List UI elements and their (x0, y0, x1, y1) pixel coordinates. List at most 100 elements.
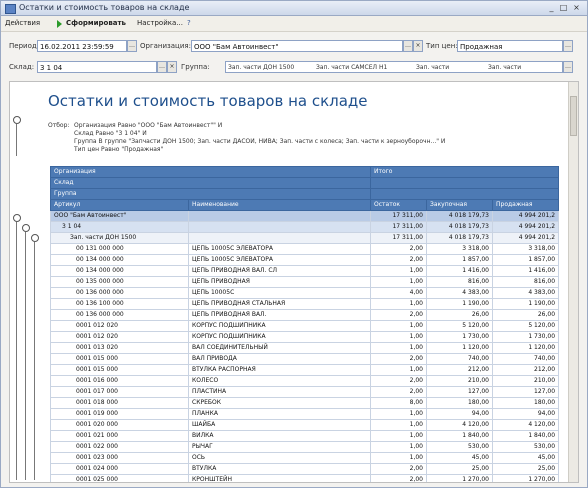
cell-name: ВАЛ СОЕДИНИТЕЛЬНЫЙ (188, 342, 371, 354)
toolbar: Действия Сформировать Настройка... ? (1, 16, 587, 32)
cell-balance: 1,00 (370, 452, 427, 464)
cell-purchase: 45,00 (426, 452, 493, 464)
warehouse-clear-icon[interactable]: × (167, 61, 177, 73)
group-collapse-icon[interactable] (13, 214, 21, 222)
cell-sale: 4 994 201,2 (491, 210, 560, 222)
cell-sale: 212,00 (491, 364, 560, 376)
filter-line: Группа В группе "Запчасти ДОН 1500; Зап.… (74, 138, 446, 145)
price-type-field[interactable]: Продажная (457, 40, 563, 52)
cell-sale: 45,00 (491, 452, 560, 464)
cell-article: 00 136 000 000 (50, 309, 189, 321)
group-field[interactable]: Зап. части ДОН 1500 Зап. части САМСЕЛ Н1… (225, 61, 563, 73)
cell-article: 00 135 000 000 (50, 276, 189, 288)
org-clear-icon[interactable]: × (413, 40, 423, 52)
cell-sale: 1 840,00 (491, 430, 560, 442)
table-row[interactable]: 00 134 000 000 ЦЕПЬ ПРИВОДНАЯ ВАЛ. СЛ 1,00… (50, 265, 560, 277)
cell-balance: 1,00 (370, 331, 427, 343)
period-picker-icon[interactable]: … (127, 40, 137, 52)
cell-article: 00 134 000 000 (50, 265, 189, 277)
period-field[interactable]: 16.02.2011 23:59:59 (37, 40, 127, 52)
cell-name: КРОНШТЕЙН (188, 474, 371, 482)
table-row[interactable]: Зап. части ДОН 1500 17 311,00 4 018 179,73… (50, 232, 560, 244)
cell-balance: 1,00 (370, 298, 427, 310)
close-icon[interactable]: × (572, 3, 581, 12)
cell-balance: 17 311,00 (370, 221, 427, 233)
vertical-scrollbar[interactable] (568, 82, 578, 482)
help-icon[interactable]: ? (187, 18, 191, 29)
minimize-icon[interactable]: _ (547, 3, 556, 12)
actions-menu[interactable]: Действия (5, 18, 40, 29)
table-row[interactable]: 0001 015 000 ВАЛ ПРИВОДА 2,00 740,00 740,00 (50, 353, 560, 365)
table-row[interactable]: 0001 013 020 ВАЛ СОЕДИНИТЕЛЬНЫЙ 1,00 1 120,… (50, 342, 560, 354)
cell-balance: 4,00 (370, 287, 427, 299)
cell-article: 0001 015 000 (50, 353, 189, 365)
org-select-icon[interactable]: … (403, 40, 413, 52)
group-line (34, 242, 35, 480)
cell-purchase: 127,00 (426, 386, 493, 398)
table-row[interactable]: 0001 018 000 СКРЕБОК 8,00 180,00 180,00 (50, 397, 560, 409)
cell-purchase: 530,00 (426, 441, 493, 453)
cell-purchase: 5 120,00 (426, 320, 493, 332)
table-row[interactable]: 00 136 100 000 ЦЕПЬ ПРИВОДНАЯ СТАЛЬНАЯ 1,0… (50, 298, 560, 310)
group-chip: Зап. части САМСЕЛ Н1 (316, 64, 388, 71)
table-row[interactable]: 0001 019 000 ПЛАНКА 1,00 94,00 94,00 (50, 408, 560, 420)
table-row[interactable]: 0001 023 000 ОСЬ 1,00 45,00 45,00 (50, 452, 560, 464)
cell-balance: 1,00 (370, 441, 427, 453)
group-collapse-icon[interactable] (13, 116, 21, 124)
cell-article: 0001 019 000 (50, 408, 189, 420)
cell-purchase: 4 018 179,73 (426, 221, 493, 233)
generate-button[interactable]: Сформировать (66, 18, 126, 29)
table-row[interactable]: 0001 012 020 КОРПУС ПОДШИПНИКА 1,00 5 120,0… (50, 320, 560, 332)
cell-purchase: 1 120,00 (426, 342, 493, 354)
group-line (16, 222, 17, 480)
table-row[interactable]: 0001 021 000 ВИЛКА 1,00 1 840,00 1 840,00 (50, 430, 560, 442)
org-field[interactable]: ООО "Бам Автоинвест" (191, 40, 403, 52)
cell-purchase: 740,00 (426, 353, 493, 365)
table-row[interactable]: 0001 024 000 ВТУЛКА 2,00 25,00 25,00 (50, 463, 560, 475)
cell-name: ПЛАНКА (188, 408, 371, 420)
table-row[interactable]: 0001 012 020 КОРПУС ПОДШИПНИКА 1,00 1 730,0… (50, 331, 560, 343)
cell-purchase: 1 190,00 (426, 298, 493, 310)
warehouse-field[interactable]: 3 1 04 (37, 61, 157, 73)
cell-balance: 2,00 (370, 386, 427, 398)
scrollbar-thumb[interactable] (570, 96, 577, 136)
cell-balance: 1,00 (370, 419, 427, 431)
table-row[interactable]: 00 135 000 000 ЦЕПЬ ПРИВОДНАЯ 1,00 816,00 81… (50, 276, 560, 288)
group-collapse-icon[interactable] (31, 234, 39, 242)
price-type-select-icon[interactable]: … (563, 40, 573, 52)
table-row[interactable]: 0001 022 000 РЫЧАГ 1,00 530,00 530,00 (50, 441, 560, 453)
group-select-icon[interactable]: … (563, 61, 573, 73)
cell-balance: 2,00 (370, 375, 427, 387)
report-window: Остатки и стоимость товаров на складе _ … (0, 0, 588, 488)
table-row[interactable]: ООО "Бам Автоинвест" 17 311,00 4 018 179,7… (50, 210, 560, 222)
table-row[interactable]: 0001 020 000 ШАЙБА 1,00 4 120,00 4 120,00 (50, 419, 560, 431)
cell-sale: 180,00 (491, 397, 560, 409)
table-row[interactable]: 0001 016 000 КОЛЕСО 2,00 210,00 210,00 (50, 375, 560, 387)
table-row[interactable]: 00 136 000 000 ЦЕПЬ 10005С 4,00 4 383,00 4 3… (50, 287, 560, 299)
table-row[interactable]: 0001 025 000 КРОНШТЕЙН 2,00 1 270,00 1 270,0… (50, 474, 560, 482)
group-line (16, 124, 17, 156)
group-collapse-icon[interactable] (22, 224, 30, 232)
table-row[interactable]: 3 1 04 17 311,00 4 018 179,73 4 994 201,2 (50, 221, 560, 233)
cell-article: 0001 015 000 (50, 364, 189, 376)
cell-article: 0001 012 020 (50, 320, 189, 332)
cell-name: КОЛЕСО (188, 375, 371, 387)
table-row[interactable]: 0001 017 000 ПЛАСТИНА 2,00 127,00 127,00 (50, 386, 560, 398)
cell-balance: 1,00 (370, 342, 427, 354)
cell-balance: 1,00 (370, 276, 427, 288)
header-row: Склад (50, 177, 560, 189)
cell-sale: 26,00 (491, 309, 560, 321)
cell-name: ВТУЛКА (188, 463, 371, 475)
table-row[interactable]: 0001 015 000 ВТУЛКА РАСПОРНАЯ 1,00 212,00 21… (50, 364, 560, 376)
table-row[interactable]: 00 134 000 000 ЦЕПЬ 10005С ЭЛЕВАТОРА 2,00 1… (50, 254, 560, 266)
cell-article: 00 136 000 000 (50, 287, 189, 299)
table-row[interactable]: 00 131 000 000 ЦЕПЬ 10005С ЭЛЕВАТОРА 2,00 3… (50, 243, 560, 255)
cell-purchase: 4 018 179,73 (426, 232, 493, 244)
table-row[interactable]: 00 136 000 000 ЦЕПЬ ПРИВОДНАЯ ВАЛ. 2,00 26,… (50, 309, 560, 321)
warehouse-select-icon[interactable]: … (157, 61, 167, 73)
cell-sale: 4 120,00 (491, 419, 560, 431)
settings-button[interactable]: Настройка... (137, 18, 183, 29)
cell-sale: 1 416,00 (491, 265, 560, 277)
play-icon[interactable] (57, 20, 62, 28)
maximize-icon[interactable]: □ (559, 3, 568, 12)
